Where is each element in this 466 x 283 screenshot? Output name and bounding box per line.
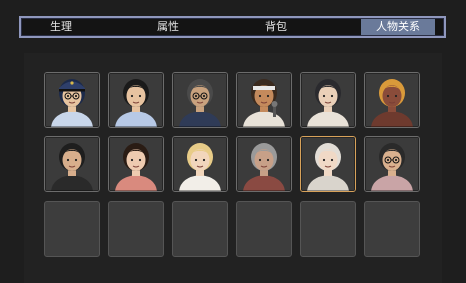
tab-attributes[interactable]: 属性 — [141, 19, 195, 35]
man-glasses-portrait-icon — [365, 137, 419, 191]
tab-bar: 生理 属性 背包 人物关系 — [19, 16, 446, 38]
bob-hair-woman-portrait-icon — [301, 73, 355, 127]
character-slot[interactable] — [236, 72, 292, 128]
character-slot[interactable] — [236, 136, 292, 192]
character-slot[interactable] — [300, 72, 356, 128]
character-slot[interactable] — [108, 136, 164, 192]
old-man-glasses-portrait-icon — [173, 73, 227, 127]
police-officer-portrait-icon — [45, 73, 99, 127]
character-slot[interactable] — [108, 72, 164, 128]
character-slot[interactable] — [364, 72, 420, 128]
old-woman-portrait-icon — [237, 137, 291, 191]
character-slot[interactable] — [44, 136, 100, 192]
character-slot[interactable] — [172, 136, 228, 192]
woman-ponytail-portrait-icon — [109, 73, 163, 127]
character-slot[interactable] — [44, 72, 100, 128]
empty-character-slot[interactable] — [300, 201, 356, 257]
tab-backpack[interactable]: 背包 — [251, 19, 301, 35]
muscular-man-portrait-icon — [365, 73, 419, 127]
young-man-portrait-icon — [45, 137, 99, 191]
empty-character-slot[interactable] — [364, 201, 420, 257]
character-slot[interactable] — [364, 136, 420, 192]
singer-microphone-portrait-icon — [237, 73, 291, 127]
character-slot[interactable] — [300, 136, 356, 192]
tab-relations[interactable]: 人物关系 — [361, 19, 435, 35]
character-relations-panel — [24, 53, 442, 283]
blonde-woman-portrait-icon — [173, 137, 227, 191]
girl-curly-hair-portrait-icon — [109, 137, 163, 191]
white-hair-woman-portrait-icon — [301, 137, 355, 191]
empty-character-slot[interactable] — [236, 201, 292, 257]
empty-character-slot[interactable] — [172, 201, 228, 257]
empty-character-slot[interactable] — [108, 201, 164, 257]
empty-character-slot[interactable] — [44, 201, 100, 257]
character-slot[interactable] — [172, 72, 228, 128]
tab-physiology[interactable]: 生理 — [35, 19, 87, 35]
